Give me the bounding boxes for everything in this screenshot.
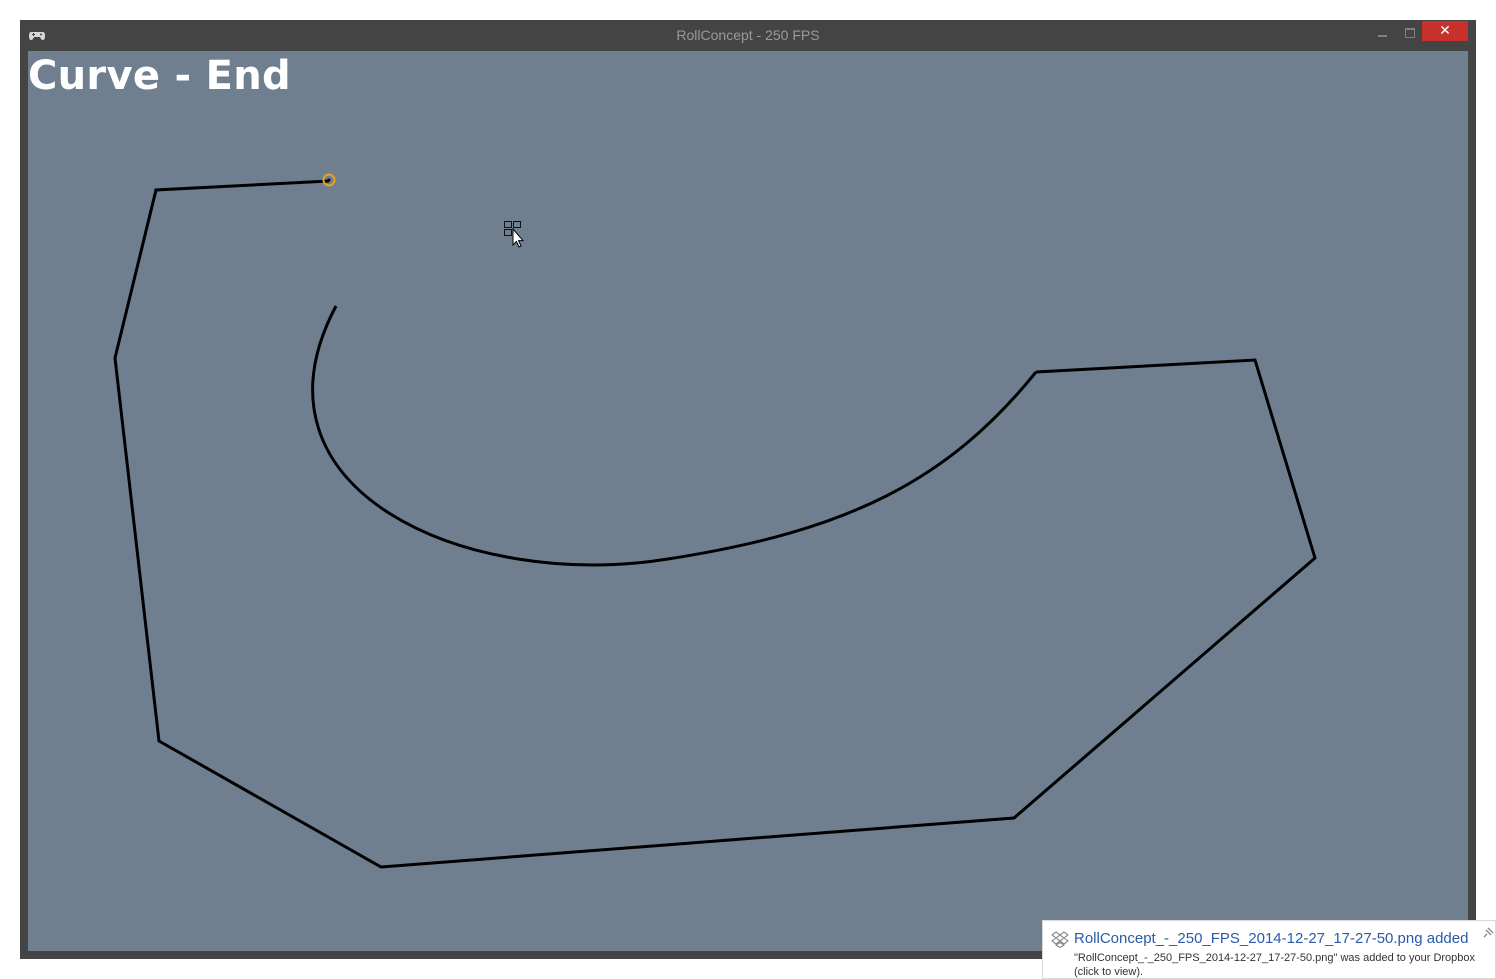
scene-title: Curve - End [28,53,291,99]
notification-title[interactable]: RollConcept_-_250_FPS_2014-12-27_17-27-5… [1074,930,1468,947]
bezier-curve [311,305,1038,567]
dropbox-notification[interactable]: RollConcept_-_250_FPS_2014-12-27_17-27-5… [1042,920,1496,979]
notification-body-line: (click to view). [1074,966,1144,978]
game-viewport[interactable]: Curve - End [28,51,1468,951]
pin-icon[interactable] [1482,927,1494,939]
curve-scene[interactable] [28,51,1468,951]
maximize-icon [1405,28,1415,38]
title-bar[interactable]: RollConcept - 250 FPS ✕ [20,20,1476,50]
close-button[interactable]: ✕ [1422,21,1468,41]
minimize-button[interactable] [1372,23,1394,43]
maximize-button[interactable] [1399,23,1421,43]
notification-body: "RollConcept_-_250_FPS_2014-12-27_17-27-… [1074,951,1494,979]
close-icon: ✕ [1439,23,1451,39]
curve-end-handle-dot [327,178,331,182]
mouse-cursor-icon [504,221,524,248]
control-polygon [113,179,1317,869]
minimize-icon [1378,35,1387,37]
app-window: RollConcept - 250 FPS ✕ Curve - End [20,20,1476,959]
window-title: RollConcept - 250 FPS [676,27,820,43]
dropbox-icon [1051,931,1069,948]
notification-body-line: "RollConcept_-_250_FPS_2014-12-27_17-27-… [1074,952,1476,964]
